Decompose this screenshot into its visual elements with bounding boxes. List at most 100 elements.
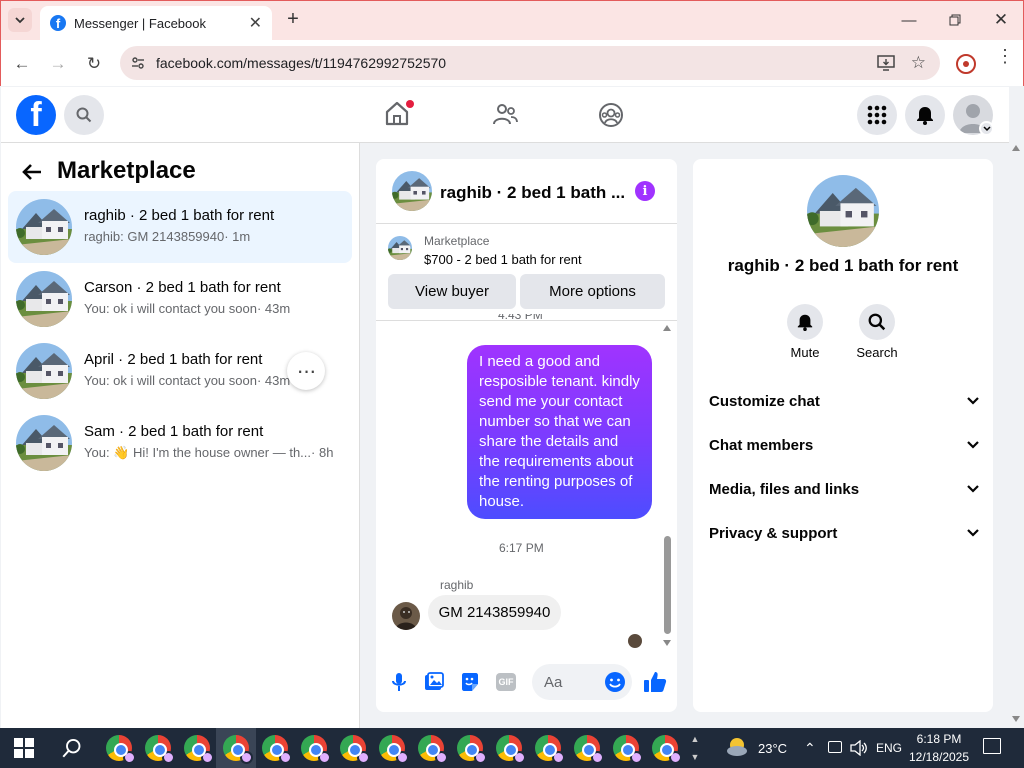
restore-button[interactable] [932,0,978,40]
chrome-taskbar-icon[interactable] [301,735,331,764]
info-section-label: Privacy & support [709,524,838,542]
panel-title: Marketplace [57,157,196,184]
facebook-favicon-icon: f [50,15,66,31]
chat-scroll-down-arrow[interactable] [663,640,671,646]
omnibox[interactable]: facebook.com/messages/t/1194762992752570… [120,46,940,80]
conversation-more-button[interactable]: ··· [287,352,325,390]
emoji-button[interactable] [604,671,626,693]
back-arrow-icon[interactable] [20,160,44,184]
install-app-icon[interactable] [877,55,895,71]
friends-nav-button[interactable] [492,102,520,128]
chrome-taskbar-icon[interactable] [535,735,565,764]
sticker-button[interactable] [460,672,480,692]
profile-large-avatar[interactable] [807,175,879,247]
clock-time[interactable]: 6:18 PM [914,732,964,746]
chrome-taskbar-icon[interactable] [457,735,487,764]
browser-tab[interactable]: f Messenger | Facebook ✕ [40,6,272,40]
conversation-time: · 8h [311,445,334,460]
like-button[interactable] [643,670,667,694]
windows-logo-icon [14,738,34,758]
chrome-taskbar-icon[interactable] [652,735,682,764]
search-in-chat-button[interactable] [859,304,895,340]
attach-media-button[interactable] [424,672,444,692]
meet-now-icon[interactable] [828,741,842,753]
incoming-message-bubble[interactable]: GM 2143859940 [428,595,561,630]
page-scroll-down-arrow[interactable] [1012,716,1020,722]
show-hidden-icons[interactable]: ⌃ [804,740,816,757]
url-text[interactable]: facebook.com/messages/t/1194762992752570 [156,55,877,71]
back-button[interactable]: ← [8,50,36,78]
tab-search-button[interactable] [8,8,32,32]
chevron-down-icon [967,441,979,449]
sender-avatar[interactable] [392,602,420,630]
chevron-down-icon [15,17,25,24]
chat-scrollbar-thumb[interactable] [664,536,671,634]
clock-date[interactable]: 12/18/2025 [906,750,972,764]
weather-temp[interactable]: 23°C [758,741,787,756]
info-section-toggle[interactable]: Chat members [709,434,979,456]
close-window-button[interactable]: ✕ [978,0,1024,40]
chrome-taskbar-icon[interactable] [418,735,448,764]
account-chevron-icon[interactable] [979,121,994,136]
volume-icon[interactable] [850,740,868,756]
conversation-preview-text: You: ok i will contact you soon [84,373,257,388]
chat-scroll-up-arrow[interactable] [663,325,671,331]
chrome-taskbar-icon[interactable] [340,735,370,764]
chevron-down-icon [967,529,979,537]
conversation-name: April · 2 bed 1 bath for rent [84,351,263,368]
start-button[interactable] [14,738,34,758]
notifications-button[interactable] [905,95,945,135]
forward-button[interactable]: → [44,50,72,78]
info-section-toggle[interactable]: Customize chat [709,390,979,412]
chrome-taskbar-icon[interactable] [262,735,292,764]
chrome-taskbar-icon[interactable] [145,735,175,764]
browser-menu-icon[interactable]: ⋮ [996,47,1014,76]
conversation-item[interactable]: Carson · 2 bed 1 bath for rent You: ok i … [8,263,352,335]
conversation-item[interactable]: Sam · 2 bed 1 bath for rent You: 👋 Hi! I'… [8,407,352,479]
chrome-taskbar-icon[interactable] [496,735,526,764]
chat-header-avatar[interactable] [392,171,432,211]
info-section-toggle[interactable]: Privacy & support [709,522,979,544]
language-indicator[interactable]: ENG [876,741,902,755]
info-section-label: Media, files and links [709,480,860,498]
site-settings-icon[interactable] [130,55,146,71]
search-button[interactable] [64,95,104,135]
home-nav-button[interactable] [384,100,414,128]
profile-badge [669,751,682,764]
profile-badge [123,751,136,764]
bookmark-star-icon[interactable]: ☆ [911,53,926,73]
new-tab-button[interactable]: + [282,8,304,30]
menu-button[interactable] [857,95,897,135]
page-scroll-up-arrow[interactable] [1012,145,1020,151]
reload-button[interactable]: ↻ [80,50,108,78]
conversation-time: · 43m [256,301,291,316]
close-tab-icon[interactable]: ✕ [249,13,262,33]
info-icon[interactable]: i [635,181,655,201]
taskbar-search-button[interactable] [62,738,82,758]
profile-icon[interactable] [956,54,976,74]
more-options-button[interactable]: More options [520,274,665,309]
chrome-taskbar-icon[interactable] [184,735,214,764]
chrome-taskbar-icon[interactable] [613,735,643,764]
outgoing-message-bubble[interactable]: I need a good and resposible tenant. kin… [467,345,652,519]
chat-title[interactable]: raghib · 2 bed 1 bath ... [440,183,625,203]
mute-button[interactable] [787,304,823,340]
facebook-logo[interactable]: f [16,95,56,135]
view-buyer-button[interactable]: View buyer [388,274,516,309]
groups-nav-button[interactable] [598,102,624,128]
taskbar-overflow-arrows[interactable]: ▲ ▼ [690,730,700,766]
voice-clip-button[interactable] [390,672,408,692]
chrome-taskbar-icon[interactable] [574,735,604,764]
chrome-taskbar-icon[interactable] [106,735,136,764]
weather-icon[interactable] [725,736,749,758]
notification-center-icon[interactable] [983,738,1001,754]
minimize-button[interactable]: — [886,0,932,40]
chrome-taskbar-icon[interactable] [379,735,409,764]
listing-title[interactable]: $700 - 2 bed 1 bath for rent [424,252,582,267]
conversation-item[interactable]: raghib · 2 bed 1 bath for rent raghib: GM… [8,191,352,263]
gif-button[interactable]: GIF [496,673,516,691]
listing-thumbnail[interactable] [388,236,412,260]
conversation-name: raghib · 2 bed 1 bath for rent [84,207,275,224]
chrome-taskbar-icon[interactable] [223,735,253,764]
info-section-toggle[interactable]: Media, files and links [709,478,979,500]
